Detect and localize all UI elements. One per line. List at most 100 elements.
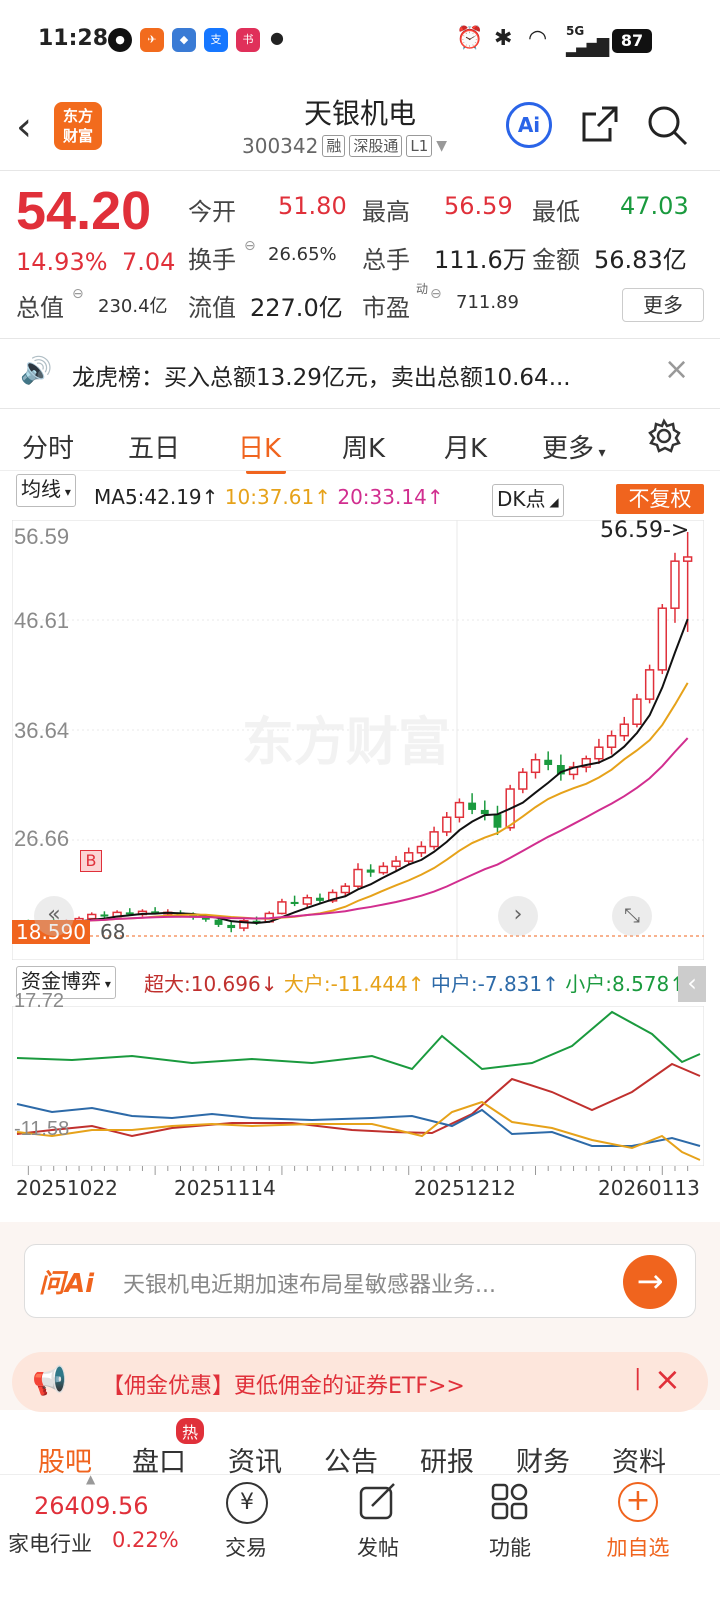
candle-body[interactable] <box>442 816 452 833</box>
current-price: 54.20 <box>16 181 152 241</box>
dk-point-select[interactable]: DK点 ◢ <box>492 484 564 517</box>
candle-body[interactable] <box>227 924 236 929</box>
candle-body[interactable] <box>378 865 389 874</box>
index-value[interactable]: 26409.56 <box>34 1492 149 1520</box>
candle-body[interactable] <box>416 845 427 854</box>
alarm-icon: ⏰ <box>456 26 484 51</box>
high-marker: 56.59-> <box>600 518 690 543</box>
candle-body[interactable] <box>657 607 667 671</box>
candle-body[interactable] <box>214 919 223 925</box>
tab-five-day[interactable]: 五日 <box>128 428 180 465</box>
gear-icon[interactable] <box>646 418 682 454</box>
buy-signal-icon[interactable]: B <box>80 850 102 872</box>
candle-body[interactable] <box>87 913 97 920</box>
info-icon[interactable]: ⊖ <box>430 286 442 302</box>
candle-body[interactable] <box>404 852 414 862</box>
divider <box>0 170 720 171</box>
search-icon[interactable] <box>646 104 688 146</box>
nav-functions[interactable]: 功能 <box>470 1532 550 1562</box>
candle-body[interactable] <box>594 746 604 760</box>
candle-body[interactable] <box>606 734 617 748</box>
wechat-icon: ● <box>108 28 132 52</box>
turnover-value: 26.65% <box>268 244 337 265</box>
divider: | <box>634 1366 642 1391</box>
candle-body[interactable] <box>302 896 312 905</box>
scroll-right-icon[interactable]: › <box>498 896 538 936</box>
info-icon[interactable]: ⊖ <box>244 238 256 254</box>
ma-select[interactable]: 均线 ▾ <box>16 474 76 507</box>
change-percent: 14.93% <box>16 248 108 276</box>
medium-value: 中户:-7.831 <box>430 972 543 996</box>
date-label: 20251212 <box>414 1176 516 1200</box>
candle-body[interactable] <box>366 869 375 873</box>
candle-body[interactable] <box>340 885 351 894</box>
ai-ask-box[interactable]: 问Ai 天银机电近期加速布局星敏感器业务... → <box>24 1244 696 1318</box>
candle-body[interactable] <box>429 831 439 848</box>
date-label: 20251022 <box>16 1176 118 1200</box>
candle-body[interactable] <box>493 814 502 828</box>
fullscreen-icon[interactable]: ⤡ <box>612 896 652 936</box>
float-value: 227.0亿 <box>250 294 343 322</box>
candle-body[interactable] <box>632 698 642 725</box>
status-time: 11:28 <box>38 26 109 51</box>
hot-badge: 热 <box>176 1418 205 1444</box>
candle-body[interactable] <box>682 556 693 562</box>
collapse-icon[interactable]: ‹ <box>678 966 706 1002</box>
promo-text: 【佣金优惠】更低佣金的证券ETF>> <box>102 1374 465 1399</box>
candle-body[interactable] <box>391 860 401 868</box>
notice-text: 龙虎榜：买入总额13.29亿元，卖出总额10.64... <box>72 365 571 391</box>
candle-body[interactable] <box>530 759 541 774</box>
candle-body[interactable] <box>480 809 489 815</box>
low-value: 47.03 <box>620 192 689 220</box>
candle-body[interactable] <box>100 914 109 917</box>
low-label: 最低 <box>532 198 580 226</box>
close-icon[interactable]: × <box>654 1360 681 1398</box>
stock-subtitle[interactable]: 300342 融 深股通 L1 ▼ <box>242 134 447 158</box>
candle-body[interactable] <box>454 801 465 819</box>
candle-body[interactable] <box>290 901 299 905</box>
arrow-right-icon[interactable]: → <box>623 1255 677 1309</box>
tab-more[interactable]: 更多 ▾ <box>542 428 606 465</box>
info-icon[interactable]: ⊖ <box>72 286 84 302</box>
candle-body[interactable] <box>644 669 655 700</box>
candle-body[interactable] <box>353 868 363 887</box>
candle-body[interactable] <box>544 759 553 765</box>
turnover-label: 换手 <box>188 246 236 274</box>
scroll-left-icon[interactable]: « <box>34 896 74 936</box>
tab-daily-k[interactable]: 日K <box>238 428 281 465</box>
candle-body[interactable] <box>277 901 287 915</box>
nav-post[interactable]: 发帖 <box>338 1532 418 1562</box>
small-value: 小户:8.578 <box>565 972 670 996</box>
dragon-tiger-notice[interactable]: 🔊 龙虎榜：买入总额13.29亿元，卖出总额10.64... × <box>0 340 720 408</box>
fund-y-bottom: -11.58 <box>14 1118 70 1140</box>
fund-flow-chart[interactable] <box>12 1006 704 1166</box>
plus-icon[interactable]: + <box>618 1482 658 1522</box>
index-name[interactable]: 家电行业 <box>8 1528 92 1558</box>
nav-trade[interactable]: 交易 <box>206 1532 286 1562</box>
candle-body[interactable] <box>316 897 324 901</box>
nav-add-watchlist[interactable]: 加自选 <box>598 1532 678 1562</box>
trade-icon[interactable]: ¥ <box>226 1482 268 1524</box>
commission-promo[interactable]: 📢 【佣金优惠】更低佣金的证券ETF>> | × <box>12 1352 708 1412</box>
candle-body[interactable] <box>619 723 629 737</box>
app-icon-1: ✈ <box>140 28 164 52</box>
more-quote-button[interactable]: 更多 <box>622 288 704 322</box>
candle-body[interactable] <box>468 802 477 810</box>
ai-assistant-icon[interactable]: Ai <box>506 102 552 148</box>
ma5-value: MA5:42.19 <box>94 485 202 509</box>
close-icon[interactable]: × <box>664 352 689 387</box>
candle-body[interactable] <box>518 771 528 790</box>
tab-monthly-k[interactable]: 月K <box>444 428 487 465</box>
candle-body[interactable] <box>670 560 680 609</box>
adjust-mode-button[interactable]: 不复权 <box>616 484 704 514</box>
fund-values: 超大:10.696↓ 大户:-11.444↑ 中户:-7.831↑ 小户:8.5… <box>144 972 686 996</box>
divider <box>0 338 720 339</box>
post-icon[interactable] <box>358 1482 398 1522</box>
tab-weekly-k[interactable]: 周K <box>342 428 385 465</box>
functions-icon[interactable] <box>490 1482 530 1522</box>
share-icon[interactable] <box>580 104 620 144</box>
status-bar: 11:28 ● ✈ ◆ 支 书 ● ⏰ ✱ ◠ 5G ▂▄▆█ 87 <box>0 0 720 80</box>
kline-chart[interactable]: 东方财富 <box>12 520 704 960</box>
tab-intraday[interactable]: 分时 <box>22 428 74 465</box>
ma-values: MA5:42.19↑ 10:37.61↑ 20:33.14↑ <box>94 485 444 509</box>
